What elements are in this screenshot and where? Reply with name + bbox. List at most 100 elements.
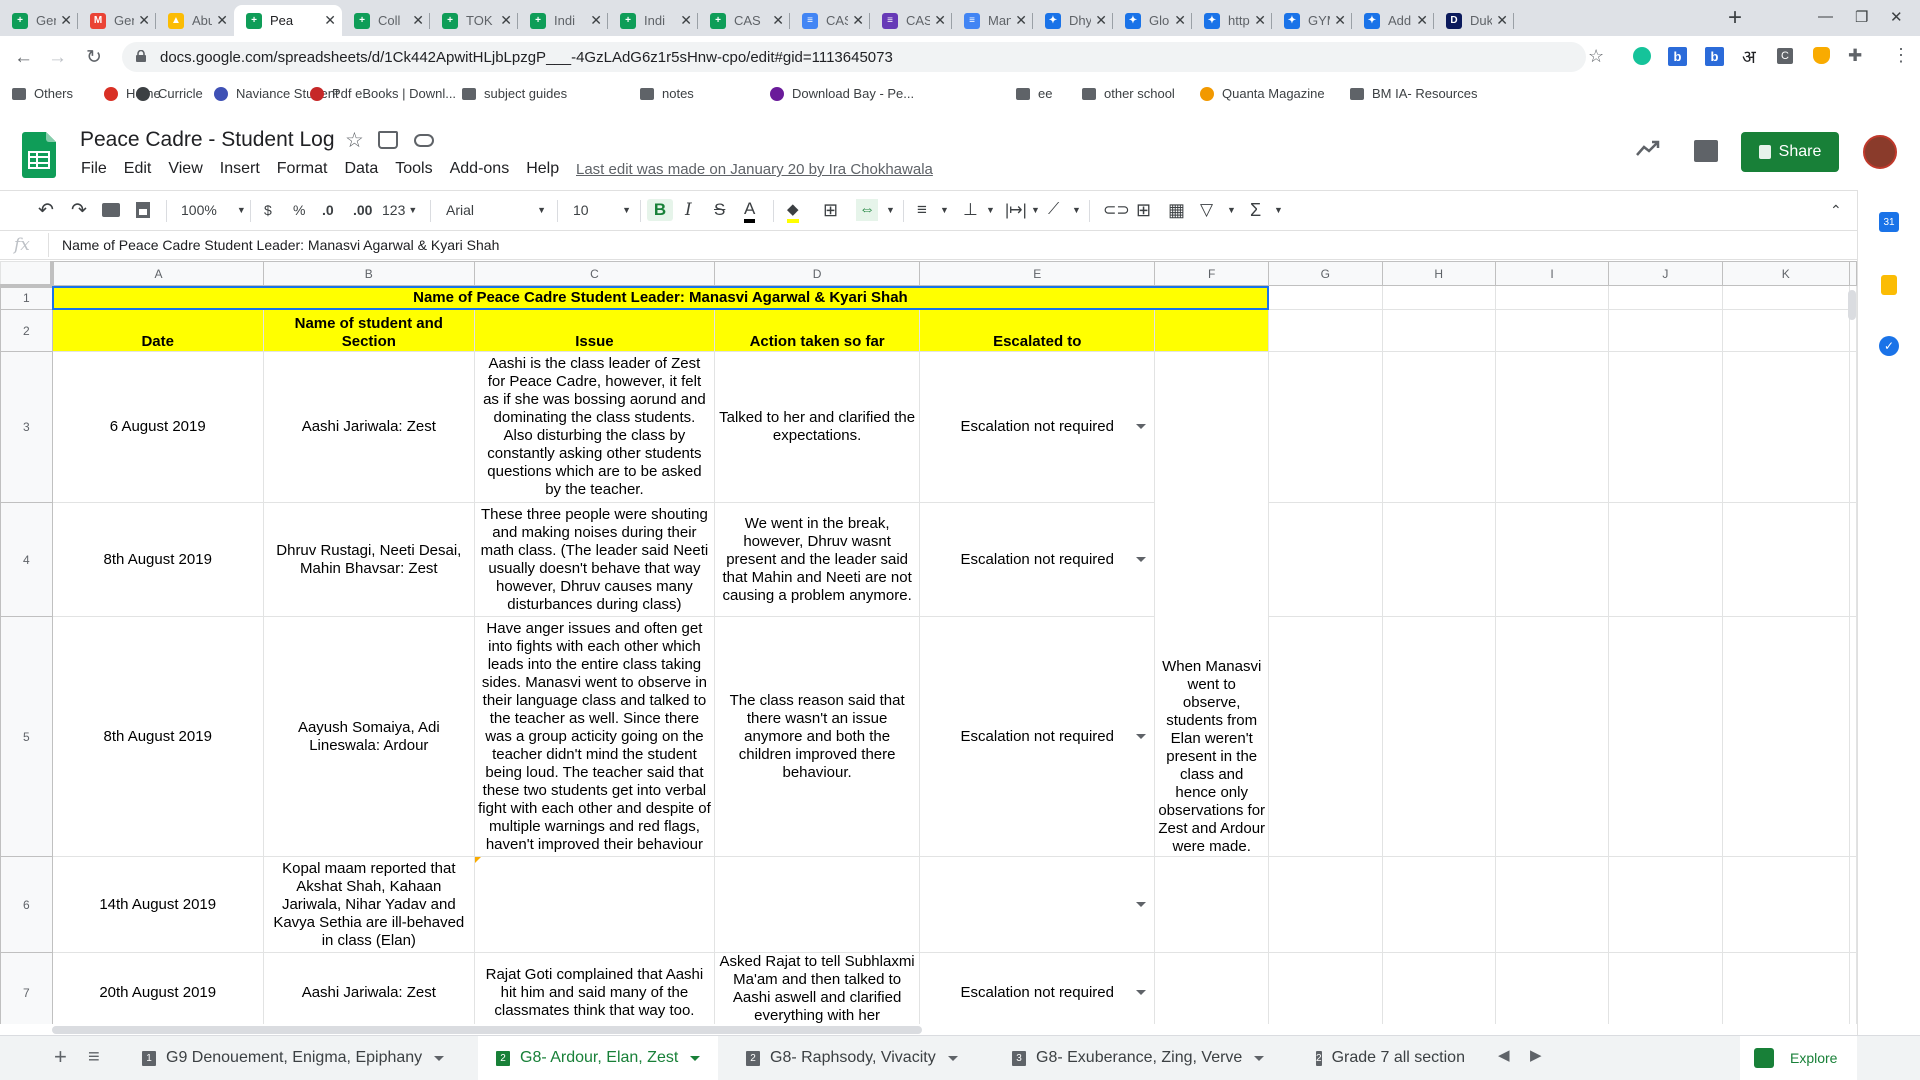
redo-icon[interactable]: ↷ [71,199,87,221]
borders-icon[interactable]: ⊞ [823,199,838,221]
insert-link-icon[interactable]: ⊂⊃ [1103,199,1130,221]
cell[interactable] [1494,502,1610,617]
issue-cell[interactable]: These three people were shouting and mak… [473,502,715,617]
browser-tab[interactable]: + Indi ✕ [608,5,698,36]
cell[interactable] [1721,856,1851,953]
print-icon[interactable] [102,199,120,221]
extension-c-icon[interactable]: C [1777,48,1793,64]
column-header-k[interactable]: K [1721,261,1851,286]
collapse-menus-icon[interactable]: ⌃ [1830,199,1842,221]
browser-tab[interactable]: + Coll ✕ [342,5,430,36]
sheet-tab-menu-icon[interactable] [947,1055,958,1061]
user-avatar[interactable] [1863,135,1897,169]
bookmark-item[interactable]: Others [12,86,73,101]
cell[interactable] [1381,502,1496,617]
horizontal-scrollbar[interactable] [52,1026,922,1034]
column-header-c[interactable]: C [473,261,715,286]
document-title[interactable]: Peace Cadre - Student Log [80,128,335,152]
cell[interactable] [1494,309,1610,352]
more-formats-select[interactable]: 123 ▼ [382,199,417,221]
forward-icon[interactable]: → [48,47,67,69]
menu-tools[interactable]: Tools [392,160,438,178]
bold-button[interactable]: B [647,199,673,221]
font-family-select[interactable]: Arial ▼ [446,199,546,221]
browser-tab[interactable]: + Indi ✕ [518,5,608,36]
zoom-select[interactable]: 100% ▼ [181,199,246,221]
cell[interactable] [1268,309,1383,352]
cell[interactable] [1721,309,1851,352]
bookmark-item[interactable]: ee [1016,86,1052,101]
bookmark-item[interactable]: Quanta Magazine [1200,86,1325,101]
cell[interactable] [1268,952,1383,1024]
menu-insert[interactable]: Insert [217,160,266,178]
cell[interactable] [1608,309,1723,352]
tab-close-icon[interactable]: ✕ [1416,12,1428,29]
text-rotation-icon[interactable]: ⟋ [1048,199,1059,221]
browser-tab[interactable]: ▲ Abu ✕ [156,5,234,36]
tab-close-icon[interactable]: ✕ [216,12,228,29]
cell[interactable] [1608,856,1723,953]
browser-tab[interactable]: + CAS ✕ [698,5,790,36]
sheet-tab[interactable]: 2 G8- Ardour, Elan, Zest [478,1036,719,1080]
sheet-tab[interactable]: 1 G9 Denouement, Enigma, Epiphany [124,1036,462,1080]
action-cell[interactable] [713,856,921,953]
decrease-decimal-button[interactable]: .0 [322,199,334,221]
dropdown-arrow-icon[interactable] [1136,989,1147,995]
cell[interactable] [1268,285,1383,310]
tab-close-icon[interactable]: ✕ [1174,12,1186,29]
browser-tab[interactable]: ✦ Dhy ✕ [1033,5,1113,36]
column-header-b[interactable]: B [262,261,475,286]
date-cell[interactable]: 14th August 2019 [51,856,264,953]
bookmark-item[interactable]: notes [640,86,694,101]
row-header-1[interactable]: 1 [0,285,53,310]
cell[interactable] [1849,616,1857,857]
scroll-tabs-left-icon[interactable]: ◀ [1498,1046,1510,1064]
escalated-cell[interactable]: Escalation not required [919,952,1156,1024]
cell[interactable] [1849,952,1857,1024]
cell[interactable] [1849,856,1857,953]
cell[interactable] [1721,285,1851,310]
explore-button[interactable]: Explore [1740,1036,1857,1080]
cell[interactable] [1154,856,1270,953]
cell[interactable] [1268,616,1383,857]
header-issue[interactable]: Issue [473,309,715,352]
comment-marker-icon[interactable] [475,857,481,863]
bookmark-item[interactable]: other school [1082,86,1175,101]
minimize-icon[interactable]: — [1818,8,1833,25]
vertical-scrollbar[interactable] [1848,290,1856,320]
browser-tab[interactable]: + TOK ✕ [430,5,518,36]
new-tab-icon[interactable]: + [1728,4,1742,32]
text-color-button[interactable]: A [744,199,756,223]
column-header-a[interactable]: A [51,261,264,286]
escalated-cell[interactable] [919,856,1156,953]
date-cell[interactable]: 20th August 2019 [51,952,264,1024]
browser-menu-icon[interactable]: ⋮ [1892,45,1910,66]
browser-tab[interactable]: D Duk ✕ [1434,5,1514,36]
reload-icon[interactable]: ↻ [86,46,102,69]
action-cell[interactable]: We went in the break, however, Dhruv was… [713,502,921,617]
row-header-4[interactable]: 4 [0,502,53,617]
sheet-tab-menu-icon[interactable] [690,1055,701,1061]
tab-close-icon[interactable]: ✕ [500,12,512,29]
note-cell[interactable] [1154,351,1270,503]
bookmark-star-icon[interactable]: ☆ [1588,46,1604,67]
student-cell[interactable]: Aayush Somaiya, Adi Lineswala: Ardour [262,616,475,857]
bookmark-item[interactable]: Curricle [136,86,203,101]
cell[interactable] [1608,616,1723,857]
dropdown-arrow-icon[interactable] [1136,424,1147,429]
browser-tab[interactable]: ✦ GYM ✕ [1272,5,1352,36]
date-cell[interactable]: 8th August 2019 [51,502,264,617]
tab-close-icon[interactable]: ✕ [60,12,72,29]
cell[interactable] [1608,351,1723,503]
menu-help[interactable]: Help [523,160,565,178]
comments-icon[interactable] [1694,140,1718,162]
issue-cell[interactable]: Aashi is the class leader of Zest for Pe… [473,351,715,503]
student-cell[interactable]: Kopal maam reported that Akshat Shah, Ka… [262,856,475,953]
sheet-tab[interactable]: 3 G8- Exuberance, Zing, Verve [994,1036,1282,1080]
browser-tab[interactable]: ✦ Glob ✕ [1113,5,1192,36]
column-header-h[interactable]: H [1381,261,1496,286]
browser-tab[interactable]: + Pea ✕ [234,5,342,36]
header-action[interactable]: Action taken so far [713,309,921,352]
back-icon[interactable]: ← [14,47,33,69]
italic-button[interactable]: I [685,199,692,221]
